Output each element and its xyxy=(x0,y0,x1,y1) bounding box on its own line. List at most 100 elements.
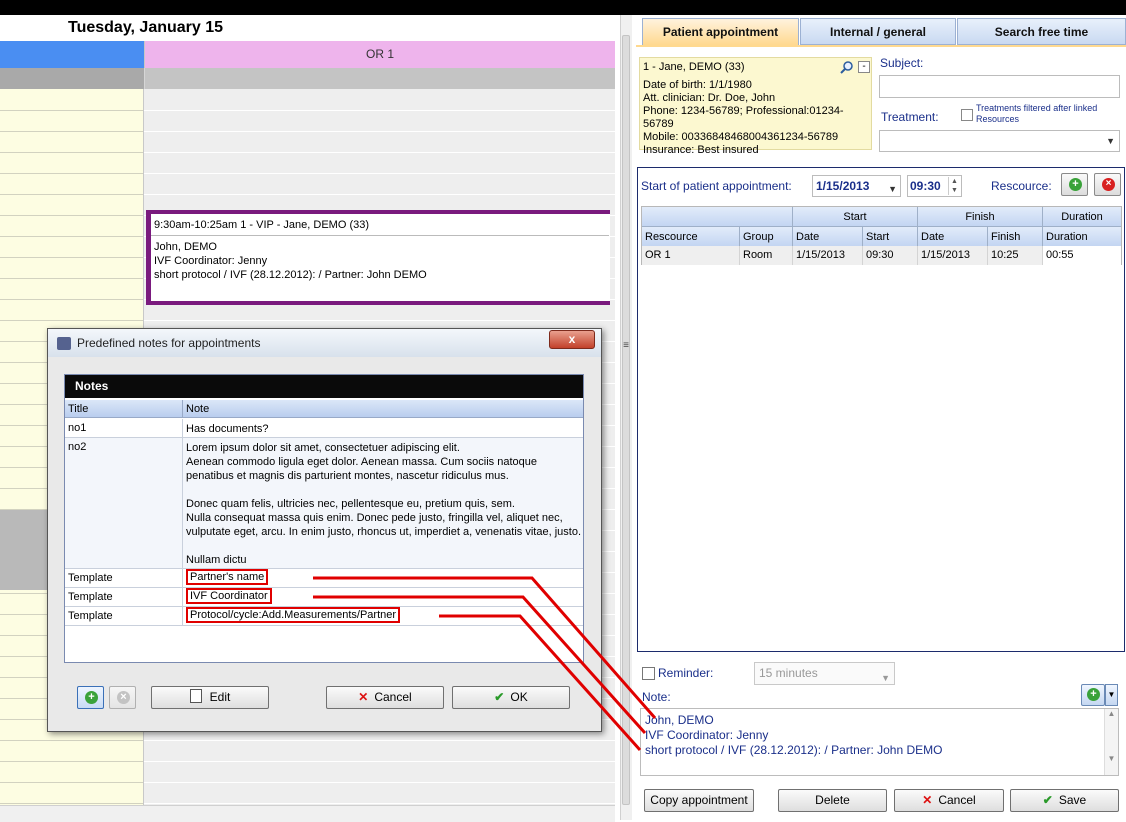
table-row[interactable]: no2 Lorem ipsum dolor sit amet, consecte… xyxy=(65,438,583,569)
add-note-button[interactable]: + xyxy=(1081,684,1105,706)
cancel-label: Cancel xyxy=(938,793,976,807)
subject-input[interactable] xyxy=(879,75,1120,98)
chevron-down-icon: ▼ xyxy=(1106,136,1115,146)
row-title: no1 xyxy=(68,422,87,434)
grid-col-finish-time[interactable]: Finish xyxy=(988,227,1043,247)
grid-col-start-time[interactable]: Start xyxy=(863,227,918,247)
time-column-header xyxy=(0,41,144,68)
calendar-horizontal-scrollbar[interactable] xyxy=(0,805,615,822)
slot-line xyxy=(144,131,615,132)
chevron-down-icon: ▼ xyxy=(881,673,890,683)
table-row[interactable]: no1 Has documents? xyxy=(65,419,583,438)
slot-line xyxy=(0,152,144,153)
slot-line xyxy=(144,194,615,195)
add-note-icon: + xyxy=(1087,688,1100,701)
appointment-title: 9:30am-10:25am 1 - VIP - Jane, DEMO (33) xyxy=(154,219,369,231)
table-row-cell[interactable]: OR 1 xyxy=(642,246,740,265)
table-row[interactable]: Template Partner's name xyxy=(65,569,583,588)
slot-line xyxy=(0,740,144,741)
table-row-cell[interactable]: 1/15/2013 xyxy=(918,246,988,265)
cancel-button[interactable]: ✕ Cancel xyxy=(894,789,1004,812)
save-button[interactable]: ✔ Save xyxy=(1010,789,1119,812)
slot-line xyxy=(0,782,144,783)
slot-line xyxy=(144,152,615,153)
spin-arrows-icon[interactable]: ▲ ▼ xyxy=(948,177,960,195)
treatment-select[interactable]: ▼ xyxy=(879,130,1120,152)
slot-line xyxy=(144,320,615,321)
reminder-select[interactable]: 15 minutes ▼ xyxy=(754,662,895,685)
note-text: John, DEMO IVF Coordinator: Jenny short … xyxy=(645,713,943,757)
tab-patient-appointment[interactable]: Patient appointment xyxy=(642,18,799,45)
table-row-cell[interactable]: 09:30 xyxy=(863,246,918,265)
close-icon[interactable]: x xyxy=(549,330,595,349)
all-day-band-room[interactable] xyxy=(144,68,615,89)
remove-note-template-button[interactable]: × xyxy=(109,686,136,709)
table-row-cell[interactable]: 1/15/2013 xyxy=(793,246,863,265)
table-row-cell[interactable]: 10:25 xyxy=(988,246,1043,265)
slot-line xyxy=(0,278,144,279)
tab-search-free-time[interactable]: Search free time xyxy=(957,18,1126,45)
delete-button[interactable]: Delete xyxy=(778,789,887,812)
add-icon: + xyxy=(85,691,98,704)
grid-col-rescource[interactable]: Rescource xyxy=(642,227,740,247)
table-row-cell[interactable]: Room xyxy=(740,246,793,265)
slot-line xyxy=(144,740,615,741)
treatment-label: Treatment: xyxy=(881,110,939,124)
treatment-filter-label: Treatments filtered after linked Resourc… xyxy=(976,103,1098,124)
patient-name: 1 - Jane, DEMO (33) xyxy=(643,61,745,73)
row-note: Has documents? xyxy=(186,423,269,435)
notes-col-note[interactable]: Note xyxy=(183,400,583,418)
collapse-patient-button[interactable]: - xyxy=(858,61,870,73)
table-row[interactable]: Template Protocol/cycle:Add.Measurements… xyxy=(65,607,583,626)
reminder-checkbox[interactable] xyxy=(642,667,655,680)
edit-label: Edit xyxy=(209,690,231,704)
ok-button[interactable]: ✔ OK xyxy=(452,686,570,709)
template-partner-name: Partner's name xyxy=(186,569,269,585)
chevron-down-icon: ▼ xyxy=(888,184,897,194)
start-date-picker[interactable]: 1/15/2013 ▼ xyxy=(812,175,901,197)
row-title: Template xyxy=(68,610,113,622)
note-scrollbar[interactable]: ▲ ▼ xyxy=(1104,709,1118,775)
table-row[interactable]: Template IVF Coordinator xyxy=(65,588,583,607)
slot-line xyxy=(144,761,615,762)
slot-line xyxy=(144,110,615,111)
slot-line xyxy=(0,803,144,804)
add-icon: + xyxy=(1069,178,1082,191)
note-textarea[interactable]: John, DEMO IVF Coordinator: Jenny short … xyxy=(640,708,1119,776)
dialog-titlebar[interactable]: Predefined notes for appointments x xyxy=(48,329,601,357)
add-note-template-button[interactable]: + xyxy=(77,686,104,709)
table-row-cell[interactable]: 00:55 xyxy=(1043,246,1121,265)
template-protocol-cycle: Protocol/cycle:Add.Measurements/Partner xyxy=(186,607,401,623)
slot-line xyxy=(144,803,615,804)
row-title: Template xyxy=(68,591,113,603)
copy-appointment-button[interactable]: Copy appointment xyxy=(644,789,754,812)
slot-line xyxy=(0,194,144,195)
patient-details: Date of birth: 1/1/1980 Att. clinician: … xyxy=(643,79,844,156)
slot-line xyxy=(0,299,144,300)
grid-col-finish-date[interactable]: Date xyxy=(918,227,988,247)
subject-label: Subject: xyxy=(880,56,924,70)
grid-col-start-date[interactable]: Date xyxy=(793,227,863,247)
magnifier-icon[interactable] xyxy=(840,60,854,74)
close-icon: ✕ xyxy=(358,690,369,704)
chevron-down-icon: ▼ xyxy=(1107,690,1116,699)
edit-button[interactable]: Edit xyxy=(151,686,269,709)
splitter-grip-icon[interactable]: ≡ xyxy=(620,340,632,354)
notes-col-title[interactable]: Title xyxy=(65,400,183,418)
save-label: Save xyxy=(1058,793,1087,807)
add-resource-button[interactable]: + xyxy=(1061,173,1088,196)
room-column-header[interactable]: OR 1 xyxy=(144,41,615,68)
remove-resource-button[interactable]: × xyxy=(1094,173,1121,196)
start-time-spinner[interactable]: 09:30 ▲ ▼ xyxy=(907,175,962,197)
start-appointment-label: Start of patient appointment: xyxy=(641,179,792,193)
tab-internal-general[interactable]: Internal / general xyxy=(800,18,956,45)
treatment-filter-checkbox[interactable] xyxy=(961,109,973,121)
dialog-cancel-button[interactable]: ✕ Cancel xyxy=(326,686,444,709)
grid-col-group[interactable]: Group xyxy=(740,227,793,247)
grid-col-duration[interactable]: Duration xyxy=(1043,227,1121,247)
calendar-scroll-thumb[interactable] xyxy=(622,35,630,805)
appointment-block[interactable]: 9:30am-10:25am 1 - VIP - Jane, DEMO (33)… xyxy=(146,210,610,305)
note-dropdown-button[interactable]: ▼ xyxy=(1105,684,1118,706)
notes-section-header: Notes xyxy=(65,375,583,398)
tab-underline xyxy=(636,45,1126,47)
